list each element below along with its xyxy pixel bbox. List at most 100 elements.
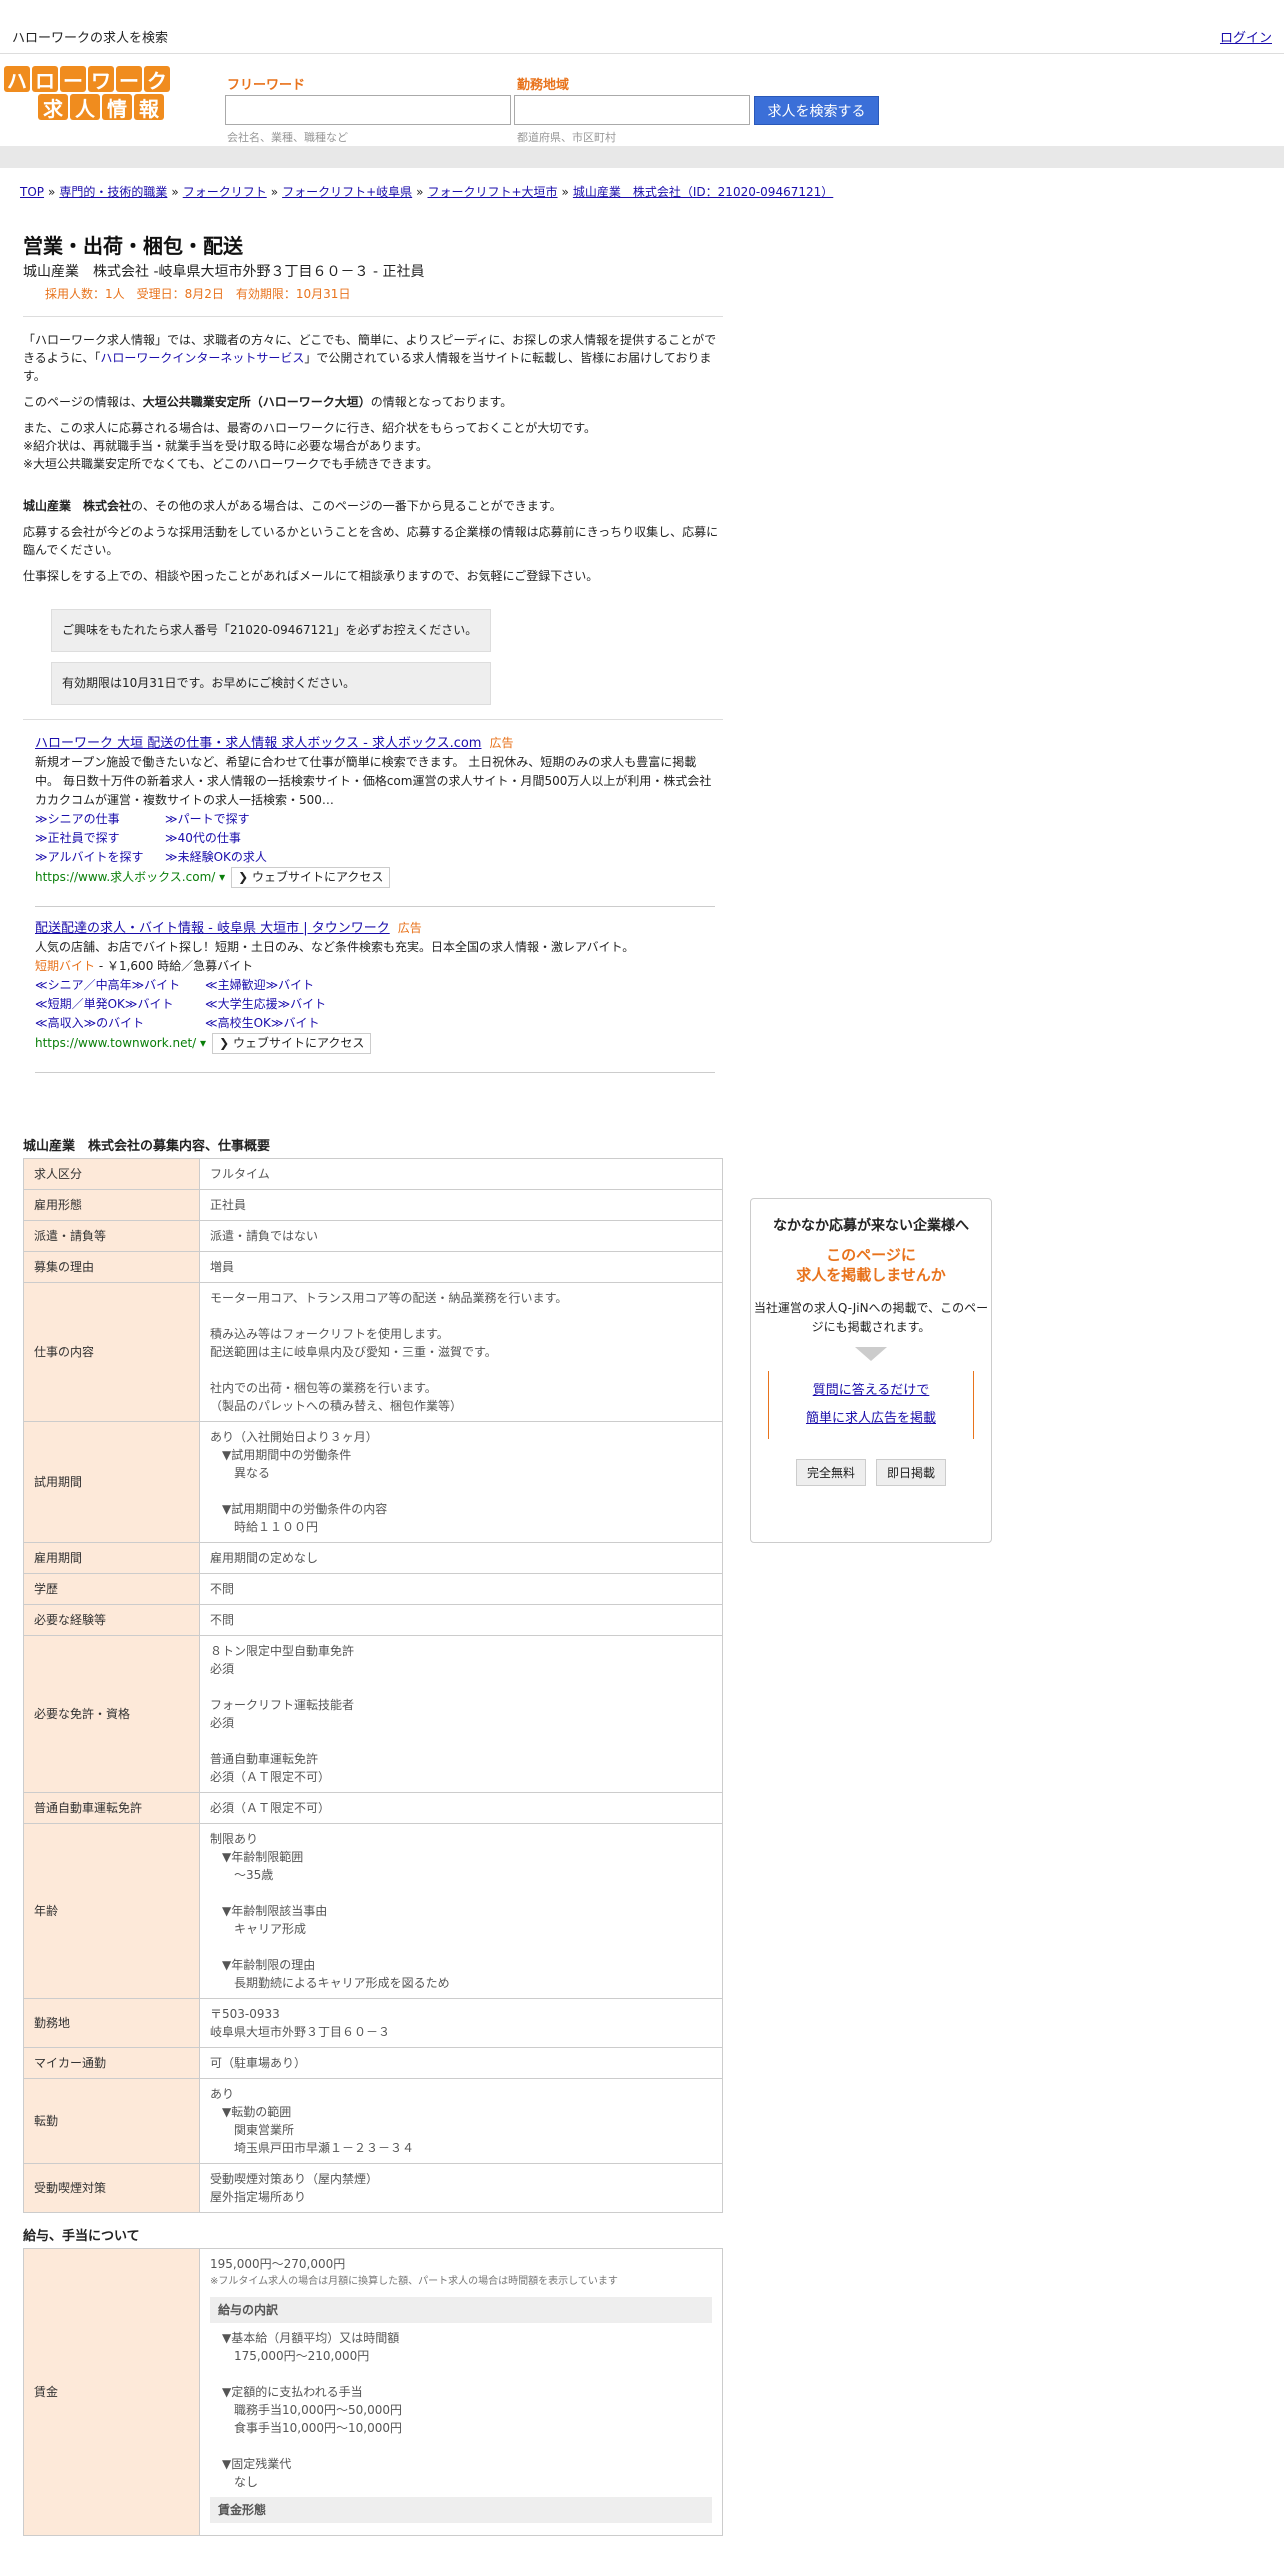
area-label: 勤務地域 [517,78,570,93]
row-value: 雇用期間の定めなし [199,1542,723,1574]
table-row: 賃金 195,000円〜270,000円 ※フルタイム求人の場合は月額に換算した… [23,2248,723,2536]
freeword-hint: 会社名、業種、職種など [227,131,348,144]
ad-sitelinks: ≪シニア／中高年≫バイト ≪主婦歓迎≫バイト ≪短期／単発OK≫バイト ≪大学生… [35,976,715,1033]
table-row: 受動喫煙対策 受動喫煙対策あり（屋内禁煙） 屋外指定場所あり [23,2163,723,2213]
other-jobs-note: 城山産業 株式会社の、その他の求人がある場合は、このページの一番下から見ることが… [23,499,562,513]
table-row: 派遣・請負等 派遣・請負ではない [23,1220,723,1252]
same-day-badge[interactable]: 即日掲載 [876,1459,947,1486]
ad-sitelink[interactable]: ≫パートで探す [165,810,325,829]
ad-sitelink[interactable]: ≪高収入≫のバイト [35,1014,205,1033]
breadcrumb-link[interactable]: フォークリフト+岐阜県 [282,185,412,199]
table-row: マイカー通勤 可（駐車場あり） [23,2047,723,2079]
breadcrumb-link[interactable]: フォークリフト+大垣市 [427,185,557,199]
consult-note: 仕事探しをする上での、相談や困ったことがあればメールにて相談承りますので、お気軽… [23,569,599,583]
ad-tag: 広告 [489,736,514,750]
row-key: 賃金 [23,2248,200,2536]
table-row: 仕事の内容 モーター用コア、トランス用コア等の配送・納品業務を行います。 積み込み… [23,1282,723,1422]
row-key: 勤務地 [23,1998,200,2048]
job-title: 営業・出荷・梱包・配送 [23,234,243,258]
row-key: マイカー通勤 [23,2047,200,2079]
employer-ad-link[interactable]: 質問に答えるだけで [813,1383,930,1398]
row-key: 試用期間 [23,1421,200,1543]
hellowork-service-link[interactable]: ハローワークインターネットサービス [100,351,304,365]
ad-sitelink[interactable]: ≫未経験OKの求人 [165,848,325,867]
free-badge[interactable]: 完全無料 [795,1459,866,1486]
table-row: 年齢 制限あり ▼年齢制限範囲 〜35歳 ▼年齢制限該当事由 キャリア形成 ▼年齢… [23,1823,723,1999]
freeword-input[interactable] [225,95,511,125]
employer-ad-box: なかなか応募が来ない企業様へ このページに 求人を掲載しませんか 当社運営の求人Q… [750,1198,992,1543]
research-note: 応募する会社が今どのような採用活動をしているかということを含め、応募する企業様の… [23,525,719,557]
row-key: 年齢 [23,1823,200,1999]
table-row: 転勤 あり ▼転勤の範囲 関東営業所 埼玉県戸田市早瀬１－２３－３４ [23,2078,723,2164]
ad-sitelink[interactable]: ≫40代の仕事 [165,829,325,848]
ad-divider [35,1072,715,1073]
salary-form-head: 賃金形態 [210,2497,712,2523]
site-title: ハローワークの求人を検索 [12,31,169,46]
ad-description: 新規オープン施設で働きたいなど、希望に合わせて仕事が簡単に検索できます。 土日祝… [35,755,712,807]
arrow-down-icon [855,1347,887,1361]
table-row: 募集の理由 増員 [23,1251,723,1283]
logo-char: ク [144,66,170,93]
ad-visit-button[interactable]: ❯ ウェブサイトにアクセス [231,867,391,888]
search-button[interactable]: 求人を検索する [754,96,879,125]
logo-char: ワ [88,66,114,93]
table-row: 勤務地 〒503-0933 岐阜県大垣市外野３丁目６０－３ [23,1998,723,2048]
ad-url[interactable]: https://www.townwork.net/ ▾ [35,1036,206,1050]
row-key: 学歴 [23,1573,200,1605]
ad-title-link[interactable]: 配送配達の求人・バイト情報 - 岐阜県 大垣市 | タウンワーク [35,921,390,936]
ad-tag: 広告 [397,921,422,935]
logo-char: 人 [70,94,100,121]
ad-sitelink[interactable]: ≫シニアの仕事 [35,810,165,829]
ad-sitelink[interactable]: ≫アルバイトを探す [35,848,165,867]
ad-sitelink[interactable]: ≫正社員で探す [35,829,165,848]
employer-ad-offer: このページに 求人を掲載しませんか [796,1246,946,1284]
ad-url[interactable]: https://www.求人ボックス.com/ ▾ [35,870,225,884]
row-key: 募集の理由 [23,1251,200,1283]
office-note: このページの情報は、大垣公共職業安定所（ハローワーク大垣）の情報となっております… [23,395,513,409]
row-value: 〒503-0933 岐阜県大垣市外野３丁目６０－３ [199,1998,723,2048]
table-row: 普通自動車運転免許 必須（ＡＴ限定不可） [23,1792,723,1824]
logo-char: 報 [134,94,164,121]
spec-title: 城山産業 株式会社の募集内容、仕事概要 [23,1139,271,1154]
row-value: 不問 [199,1573,723,1605]
breadcrumb-link[interactable]: フォークリフト [183,185,267,199]
ad-sitelink[interactable]: ≪短期／単発OK≫バイト [35,995,205,1014]
hellowork-logo[interactable]: ハ ロ ー ワ ー ク 求 人 情 報 [4,66,182,122]
employer-ad-links: 質問に答えるだけで 簡単に求人広告を掲載 [768,1371,974,1439]
ad-visit-button[interactable]: ❯ ウェブサイトにアクセス [212,1033,372,1054]
ad-sitelink[interactable]: ≪高校生OK≫バイト [205,1014,375,1033]
ad-sitelink[interactable]: ≪大学生応援≫バイト [205,995,375,1014]
divider-bar [0,146,1284,168]
employer-ad-link[interactable]: 簡単に求人広告を掲載 [806,1411,936,1426]
table-row: 雇用形態 正社員 [23,1189,723,1221]
login-link[interactable]: ログイン [1220,27,1272,46]
intro-note: 「ハローワーク求人情報」では、求職者の方々に、どこでも、簡単に、よりスピーディに… [23,333,717,383]
breadcrumb-link[interactable]: TOP [20,185,44,199]
ad-title-link[interactable]: ハローワーク 大垣 配送の仕事・求人情報 求人ボックス - 求人ボックス.com [35,736,481,751]
row-value: 必須（ＡＴ限定不可） [199,1792,723,1824]
logo-char: ロ [32,66,58,93]
row-key: 必要な免許・資格 [23,1635,200,1793]
job-number-box: ご興味をもたれたら求人番号「21020-09467121」を必ずお控えください。 [51,609,491,652]
ad-sitelink[interactable]: ≪主婦歓迎≫バイト [205,976,375,995]
apply-note: また、この求人に応募される場合は、最寄のハローワークに行き、紹介状をもらっておく… [23,421,597,435]
table-row: 学歴 不問 [23,1573,723,1605]
ad-sitelinks: ≫シニアの仕事 ≫パートで探す ≫正社員で探す ≫40代の仕事 ≫アルバイトを探… [35,810,715,867]
row-value: 増員 [199,1251,723,1283]
employer-ad-desc: 当社運営の求人Q-JiNへの掲載で、このページにも掲載されます。 [753,1301,989,1334]
job-meta: 採用人数：1人 受理日：8月2日 有効期限：10月31日 [45,287,351,301]
employer-ad-badges: 完全無料 即日掲載 [751,1459,991,1486]
divider [23,719,723,720]
ad-sitelink[interactable]: ≪シニア／中高年≫バイト [35,976,205,995]
breadcrumb-link[interactable]: 専門的・技術的職業 [59,185,167,199]
row-key: 転勤 [23,2078,200,2164]
breadcrumb-link[interactable]: 城山産業 株式会社（ID：21020-09467121） [573,185,833,199]
row-value: ８トン限定中型自動車免許 必須 フォークリフト運転技能者 必須 普通自動車運転免… [199,1635,723,1793]
row-key: 求人区分 [23,1158,200,1190]
salary-title: 給与、手当について [23,2229,140,2244]
table-row: 必要な経験等 不問 [23,1604,723,1636]
breadcrumb: TOP» 専門的・技術的職業» フォークリフト» フォークリフト+岐阜県» フォークリフ… [20,185,834,199]
area-input[interactable] [514,95,750,125]
row-value: フルタイム [199,1158,723,1190]
main-content: 営業・出荷・梱包・配送 城山産業 株式会社 -岐阜県大垣市外野３丁目６０－３ -… [23,230,723,2536]
